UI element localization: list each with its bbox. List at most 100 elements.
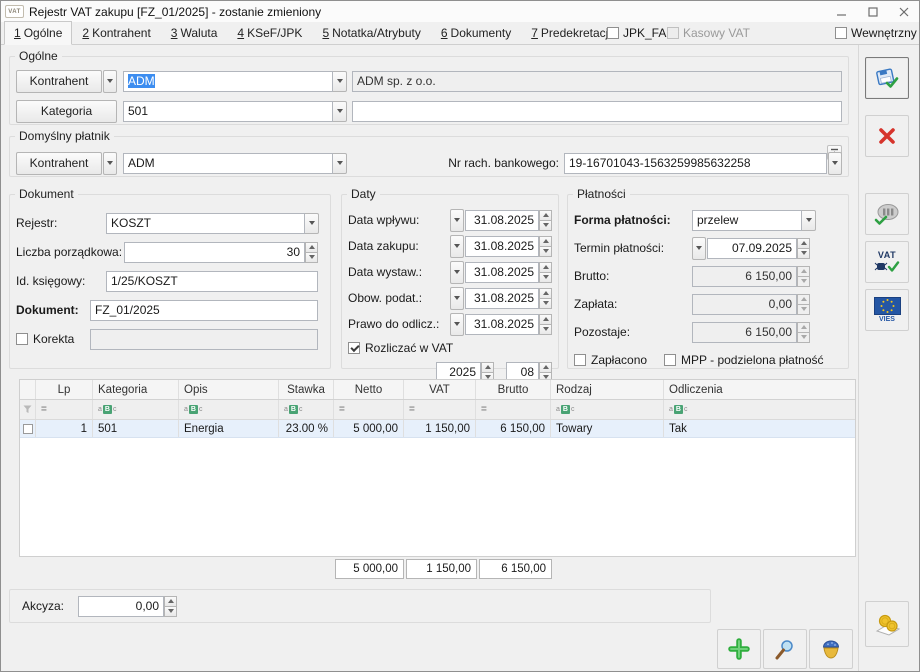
- korekta-box[interactable]: [16, 333, 28, 345]
- obow-podat-label: Obow. podat.:: [348, 291, 422, 305]
- prawo-odlicz-input[interactable]: 31.08.2025: [465, 314, 539, 335]
- add-position-button[interactable]: [717, 629, 761, 669]
- akcyza-input[interactable]: 0,00: [78, 596, 164, 617]
- mpp-checkbox[interactable]: MPP - podzielona płatność: [664, 353, 824, 367]
- kontrahent-code-dropdown[interactable]: [333, 71, 347, 92]
- kategoria-code-input[interactable]: 501: [123, 101, 333, 122]
- col-kategoria[interactable]: Kategoria: [93, 380, 179, 399]
- termin-platnosci-dropdown[interactable]: [692, 237, 706, 260]
- filter-text-icon[interactable]: aBc: [184, 405, 202, 414]
- data-wplywu-input[interactable]: 31.08.2025: [465, 210, 539, 231]
- filter-text-icon[interactable]: aBc: [284, 405, 302, 414]
- obow-podat-dropdown[interactable]: [450, 287, 464, 310]
- filter-text-icon[interactable]: aBc: [98, 405, 116, 414]
- filter-equals-icon[interactable]: =: [41, 404, 47, 415]
- close-button[interactable]: [888, 1, 919, 22]
- rejestr-dropdown[interactable]: [305, 213, 319, 234]
- tab-ogolne[interactable]: 1Ogólne: [4, 21, 72, 45]
- zaplacono-box[interactable]: [574, 354, 586, 366]
- termin-platnosci-input[interactable]: 07.09.2025: [707, 238, 797, 259]
- col-rodzaj[interactable]: Rodzaj: [551, 380, 664, 399]
- obow-podat-spinner[interactable]: [539, 288, 552, 309]
- col-opis[interactable]: Opis: [179, 380, 279, 399]
- akcyza-spinner[interactable]: [164, 596, 177, 617]
- col-lp[interactable]: Lp: [36, 380, 93, 399]
- data-wystaw-dropdown[interactable]: [450, 261, 464, 284]
- dokument-number-input[interactable]: FZ_01/2025: [90, 300, 318, 321]
- data-zakupu-spinner[interactable]: [539, 236, 552, 257]
- vat-status-check-button[interactable]: VAT: [865, 241, 909, 283]
- kontrahent-code-input[interactable]: ADM: [123, 71, 333, 92]
- save-button[interactable]: [865, 57, 909, 99]
- liczba-porzadkowa-label: Liczba porządkowa:: [16, 245, 122, 259]
- tab-ksef-jpk[interactable]: 4KSeF/JPK: [227, 21, 312, 45]
- wewnetrzny-box[interactable]: [835, 27, 847, 39]
- data-wystaw-spinner[interactable]: [539, 262, 552, 283]
- delete-position-button[interactable]: [809, 629, 853, 669]
- data-zakupu-dropdown[interactable]: [450, 235, 464, 258]
- bank-account-input[interactable]: 19-16701043-1563259985632258: [564, 153, 827, 174]
- data-wplywu-dropdown[interactable]: [450, 209, 464, 232]
- kategoria-desc-input[interactable]: [352, 101, 842, 122]
- tab-dokumenty[interactable]: 6Dokumenty: [431, 21, 521, 45]
- tab-notatka-atrybuty[interactable]: 5Notatka/Atrybuty: [312, 21, 430, 45]
- col-vat[interactable]: VAT: [404, 380, 476, 399]
- filter-equals-icon[interactable]: =: [481, 404, 487, 415]
- termin-platnosci-spinner[interactable]: [797, 238, 810, 259]
- data-zakupu-input[interactable]: 31.08.2025: [465, 236, 539, 257]
- kontrahent-type-dropdown[interactable]: [103, 70, 117, 93]
- zaplacono-checkbox[interactable]: Zapłacono: [574, 353, 647, 367]
- filter-text-icon[interactable]: aBc: [556, 405, 574, 414]
- filter-text-icon[interactable]: aBc: [669, 405, 687, 414]
- table-row[interactable]: 1 501 Energia 23.00 % 5 000,00 1 150,00 …: [20, 420, 855, 438]
- maximize-button[interactable]: [857, 1, 888, 22]
- col-brutto[interactable]: Brutto: [476, 380, 551, 399]
- korekta-checkbox[interactable]: Korekta: [16, 332, 74, 346]
- id-ksiegowy-input[interactable]: 1/25/KOSZT: [106, 271, 318, 292]
- kategoria-button[interactable]: Kategoria: [16, 100, 117, 123]
- tab-kontrahent[interactable]: 2Kontrahent: [72, 21, 160, 45]
- vies-flag-icon: [874, 297, 901, 315]
- rozliczac-vat-box[interactable]: [348, 342, 360, 354]
- jpk-fa-box[interactable]: [607, 27, 619, 39]
- filter-equals-icon[interactable]: =: [409, 404, 415, 415]
- tab-waluta[interactable]: 3Waluta: [161, 21, 228, 45]
- platnik-code-input[interactable]: ADM: [123, 153, 333, 174]
- forma-platnosci-input[interactable]: przelew: [692, 210, 802, 231]
- prawo-odlicz-label: Prawo do odlicz.:: [348, 317, 439, 331]
- platnik-code-dropdown[interactable]: [333, 153, 347, 174]
- rozliczac-vat-checkbox[interactable]: Rozliczać w VAT: [348, 341, 453, 355]
- prawo-odlicz-dropdown[interactable]: [450, 313, 464, 336]
- vies-check-button[interactable]: VIES: [865, 289, 909, 331]
- col-netto[interactable]: Netto: [334, 380, 404, 399]
- settlements-button[interactable]: [865, 601, 909, 647]
- data-wplywu-spinner[interactable]: [539, 210, 552, 231]
- minimize-button[interactable]: [826, 1, 857, 22]
- col-stawka[interactable]: Stawka: [279, 380, 334, 399]
- jpk-fa-checkbox[interactable]: JPK_FA: [607, 26, 666, 40]
- prawo-odlicz-spinner[interactable]: [539, 314, 552, 335]
- data-wystaw-input[interactable]: 31.08.2025: [465, 262, 539, 283]
- kontrahent-button[interactable]: Kontrahent: [16, 70, 102, 93]
- rejestr-input[interactable]: KOSZT: [106, 213, 305, 234]
- pozostaje-field: 6 150,00: [692, 322, 797, 343]
- platnik-type-dropdown[interactable]: [103, 152, 117, 175]
- cancel-button[interactable]: [865, 115, 909, 157]
- forma-platnosci-dropdown[interactable]: [802, 210, 816, 231]
- edit-position-button[interactable]: [763, 629, 807, 669]
- group-platnik-title: Domyślny płatnik: [15, 129, 114, 143]
- brutto-label: Brutto:: [574, 269, 609, 283]
- mpp-box[interactable]: [664, 354, 676, 366]
- kategoria-code-dropdown[interactable]: [333, 101, 347, 122]
- row-checkbox[interactable]: [23, 424, 33, 434]
- col-odliczenia[interactable]: Odliczenia: [664, 380, 855, 399]
- liczba-porzadkowa-spinner[interactable]: [305, 242, 318, 263]
- vat-positions-table: Lp Kategoria Opis Stawka Netto VAT Brutt…: [19, 379, 856, 557]
- gus-download-button[interactable]: [865, 193, 909, 235]
- liczba-porzadkowa-input[interactable]: 30: [124, 242, 305, 263]
- platnik-kontrahent-button[interactable]: Kontrahent: [16, 152, 102, 175]
- obow-podat-input[interactable]: 31.08.2025: [465, 288, 539, 309]
- wewnetrzny-checkbox[interactable]: Wewnętrzny: [835, 26, 917, 40]
- bank-account-dropdown[interactable]: [828, 152, 842, 175]
- filter-equals-icon[interactable]: =: [339, 404, 345, 415]
